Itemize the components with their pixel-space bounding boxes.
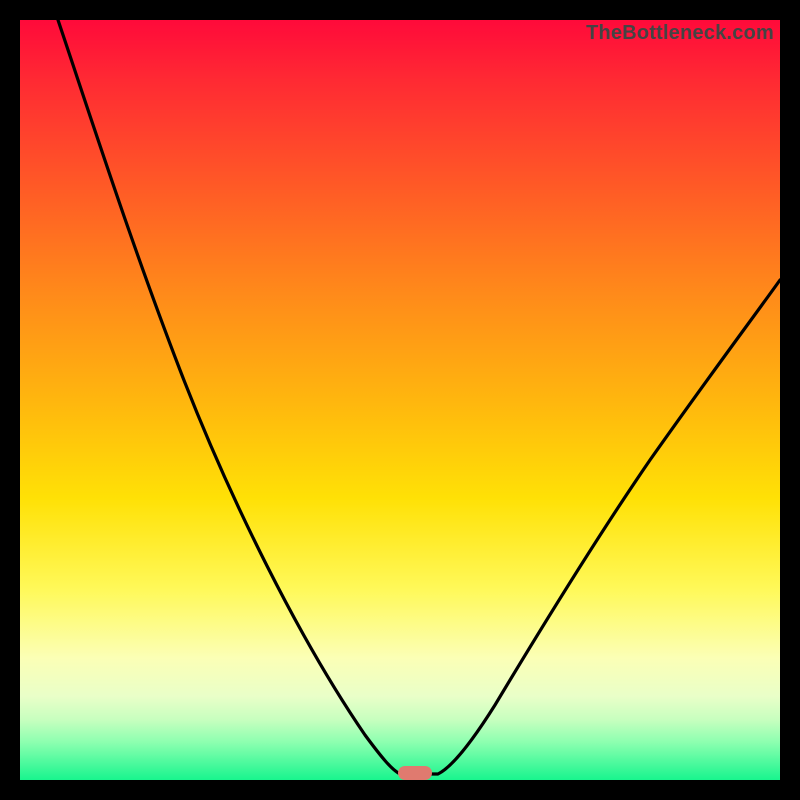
bottleneck-curve xyxy=(20,20,780,780)
plot-area: TheBottleneck.com xyxy=(20,20,780,780)
optimal-marker xyxy=(398,766,432,780)
chart-frame: TheBottleneck.com xyxy=(0,0,800,800)
curve-path xyxy=(58,20,780,774)
